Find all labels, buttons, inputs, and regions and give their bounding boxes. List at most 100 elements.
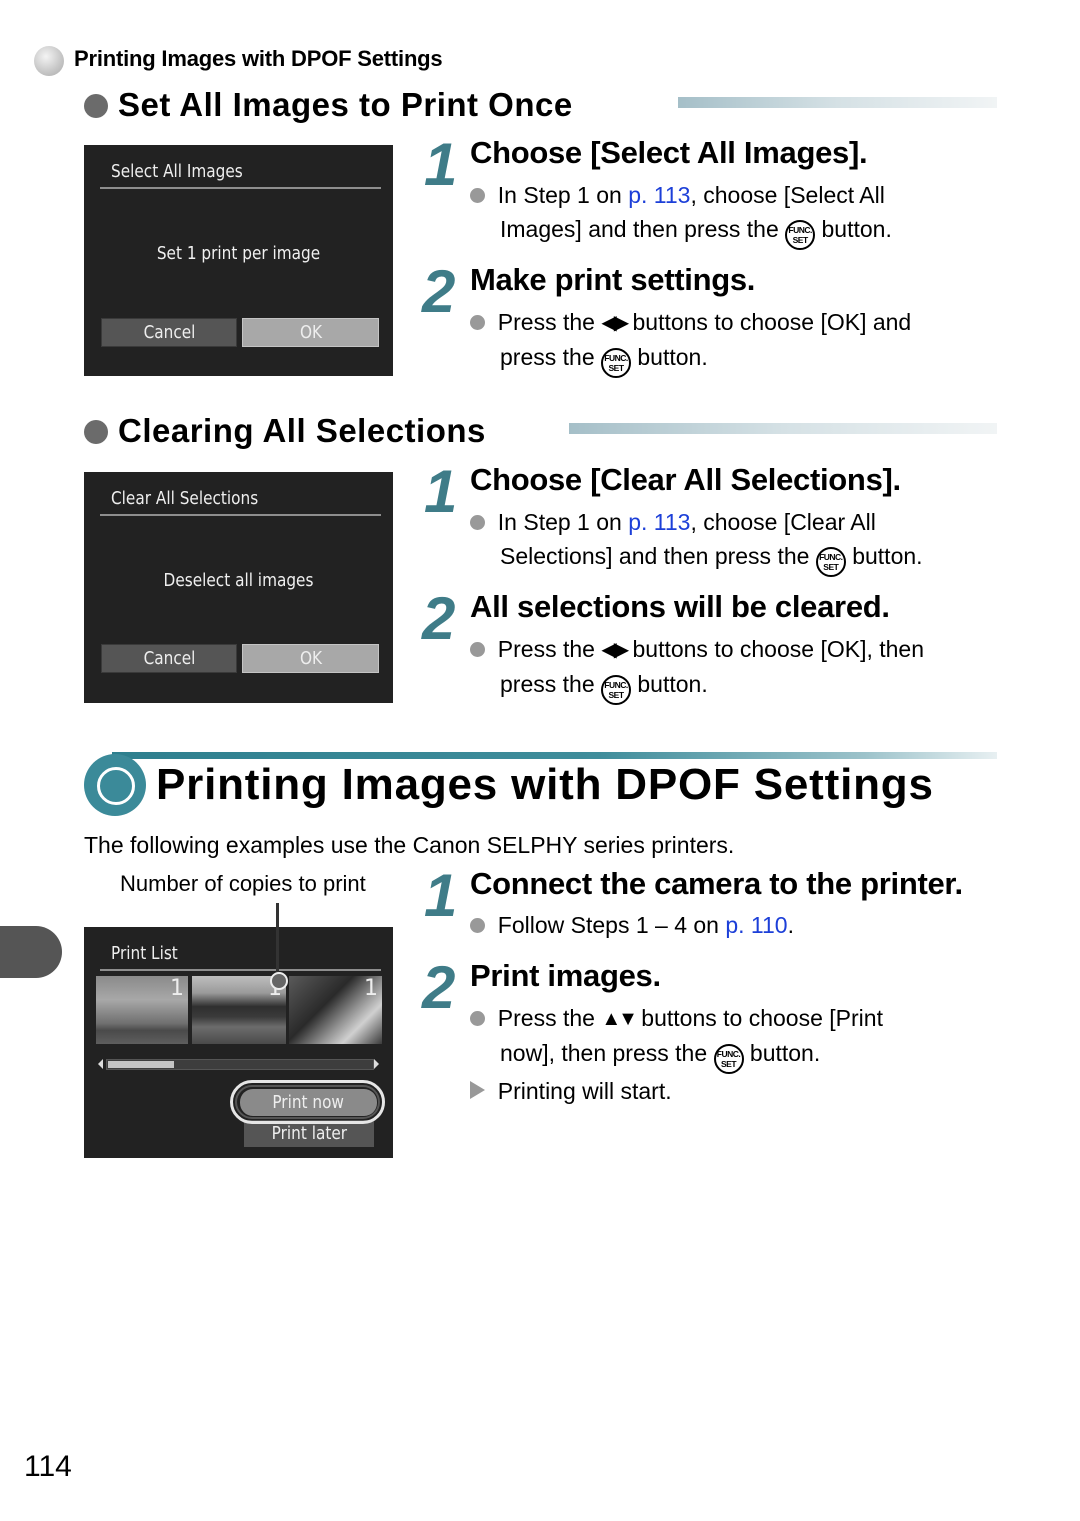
main-heading-bar bbox=[112, 752, 997, 759]
screen-divider bbox=[100, 969, 381, 971]
step-number: 2 bbox=[422, 954, 456, 1021]
result-text: Printing will start. bbox=[497, 1078, 672, 1104]
instruction-text: Press the bbox=[497, 1005, 602, 1031]
screen-title: Clear All Selections bbox=[111, 488, 259, 509]
scrollbar-thumb[interactable] bbox=[108, 1061, 174, 1068]
step-number: 1 bbox=[424, 458, 458, 525]
ok-label: OK bbox=[299, 322, 322, 343]
cancel-label: Cancel bbox=[143, 648, 195, 669]
selection-highlight-ring bbox=[230, 1080, 385, 1124]
copies-count: 1 bbox=[170, 976, 184, 1001]
instruction-text: press the bbox=[500, 671, 601, 697]
main-title: Printing Images with DPOF Settings bbox=[156, 760, 934, 809]
step-title: Print images. bbox=[470, 958, 661, 993]
thumbnail-image[interactable]: 1 bbox=[289, 976, 382, 1044]
left-right-buttons-icon: ◀▶ bbox=[601, 312, 629, 334]
callout-leader-line bbox=[276, 903, 279, 978]
step-title: All selections will be cleared. bbox=[470, 589, 890, 624]
camera-screen-select-all: Select All Images Set 1 print per image … bbox=[84, 145, 393, 376]
step-instruction: In Step 1 on p. 113, choose [Clear All S… bbox=[470, 505, 1010, 577]
instruction-text: Follow Steps 1 – 4 on bbox=[497, 912, 726, 938]
screen-divider bbox=[100, 514, 381, 516]
instruction-text: . bbox=[787, 912, 794, 938]
instruction-text: button. bbox=[743, 1040, 821, 1066]
step-title: Connect the camera to the printer. bbox=[470, 866, 963, 901]
instruction-text: buttons to choose [OK] and bbox=[626, 309, 912, 335]
page-number: 114 bbox=[24, 1450, 72, 1483]
step-instruction: In Step 1 on p. 113, choose [Select All … bbox=[470, 178, 1010, 250]
section-title-clear: Clearing All Selections bbox=[118, 412, 486, 449]
instruction-text: button. bbox=[845, 543, 923, 569]
screen-message: Set 1 print per image bbox=[156, 243, 321, 264]
instruction-text: In Step 1 on bbox=[497, 182, 629, 208]
section-divider-bar bbox=[678, 97, 997, 108]
thumbnail-image[interactable]: 1 bbox=[96, 976, 188, 1044]
screen-message: Deselect all images bbox=[163, 570, 314, 591]
section-title-set-all: Set All Images to Print Once bbox=[118, 86, 573, 123]
section-bullet-icon bbox=[84, 420, 108, 444]
step-title: Make print settings. bbox=[470, 262, 756, 297]
page-link[interactable]: p. 113 bbox=[628, 182, 690, 208]
cancel-button[interactable]: Cancel bbox=[101, 644, 237, 673]
bullet-icon bbox=[470, 642, 485, 657]
bullet-icon bbox=[470, 188, 485, 203]
step-number: 1 bbox=[424, 862, 458, 929]
scroll-left-arrow-icon[interactable] bbox=[98, 1059, 103, 1069]
print-later-label: Print later bbox=[271, 1123, 347, 1144]
ok-button[interactable]: OK bbox=[242, 318, 379, 347]
instruction-text: Press the bbox=[497, 309, 602, 335]
instruction-text: button. bbox=[631, 671, 708, 697]
callout-label: Number of copies to print bbox=[120, 871, 366, 896]
camera-screen-clear-all: Clear All Selections Deselect all images… bbox=[84, 472, 393, 703]
instruction-text: Selections] and then press the bbox=[500, 543, 816, 569]
main-heading-ring-icon bbox=[84, 754, 146, 816]
instruction-text: press the bbox=[500, 344, 601, 370]
instruction-text: , choose [Clear All bbox=[690, 509, 876, 535]
intro-text: The following examples use the Canon SEL… bbox=[84, 832, 735, 858]
cancel-label: Cancel bbox=[143, 322, 195, 343]
bullet-icon bbox=[470, 1011, 485, 1026]
page-link[interactable]: p. 110 bbox=[725, 912, 787, 938]
func-set-button-icon: FUNC. SET bbox=[815, 547, 846, 577]
instruction-text: button. bbox=[815, 216, 892, 242]
screen-divider bbox=[100, 187, 381, 189]
instruction-text: button. bbox=[631, 344, 708, 370]
step-number: 2 bbox=[422, 258, 456, 325]
scroll-right-arrow-icon[interactable] bbox=[374, 1059, 379, 1069]
step-number: 1 bbox=[424, 131, 458, 198]
instruction-text: now], then press the bbox=[500, 1040, 714, 1066]
step-number: 2 bbox=[422, 585, 456, 652]
ok-button[interactable]: OK bbox=[242, 644, 379, 673]
ok-label: OK bbox=[299, 648, 322, 669]
instruction-text: buttons to choose [Print bbox=[634, 1005, 883, 1031]
func-set-button-icon: FUNC. SET bbox=[785, 220, 816, 250]
instruction-text: In Step 1 on bbox=[497, 509, 629, 535]
screen-title: Print List bbox=[111, 943, 178, 964]
instruction-text: buttons to choose [OK], then bbox=[626, 636, 925, 662]
page-link[interactable]: p. 113 bbox=[628, 509, 690, 535]
instruction-text: Images] and then press the bbox=[500, 216, 786, 242]
step-title: Choose [Clear All Selections]. bbox=[470, 462, 901, 497]
section-bullet-icon bbox=[84, 94, 108, 118]
running-header-ball-icon bbox=[34, 46, 64, 76]
up-down-buttons-icon: ▲▼ bbox=[601, 1008, 638, 1030]
step-instruction: Press the ◀▶ buttons to choose [OK], the… bbox=[470, 632, 1030, 705]
print-later-button[interactable]: Print later bbox=[244, 1120, 374, 1147]
left-right-buttons-icon: ◀▶ bbox=[601, 639, 629, 661]
func-set-button-icon: FUNC. SET bbox=[713, 1044, 744, 1074]
scrollbar[interactable] bbox=[106, 1059, 374, 1070]
instruction-text: , choose [Select All bbox=[690, 182, 885, 208]
result-arrow-icon bbox=[470, 1081, 485, 1099]
copies-count: 1 bbox=[364, 976, 378, 1001]
bullet-icon bbox=[470, 515, 485, 530]
section-divider-bar bbox=[569, 423, 997, 434]
bullet-icon bbox=[470, 315, 485, 330]
screen-title: Select All Images bbox=[111, 161, 243, 182]
cancel-button[interactable]: Cancel bbox=[101, 318, 237, 347]
func-set-button-icon: FUNC. SET bbox=[601, 675, 631, 705]
instruction-text: Press the bbox=[497, 636, 602, 662]
callout-pointer-icon bbox=[270, 972, 288, 990]
step-instruction: Press the ◀▶ buttons to choose [OK] and … bbox=[470, 305, 1010, 378]
step-instruction: Follow Steps 1 – 4 on p. 110. bbox=[470, 908, 1010, 942]
step-instruction: Press the ▲▼ buttons to choose [Print no… bbox=[470, 1001, 1010, 1108]
